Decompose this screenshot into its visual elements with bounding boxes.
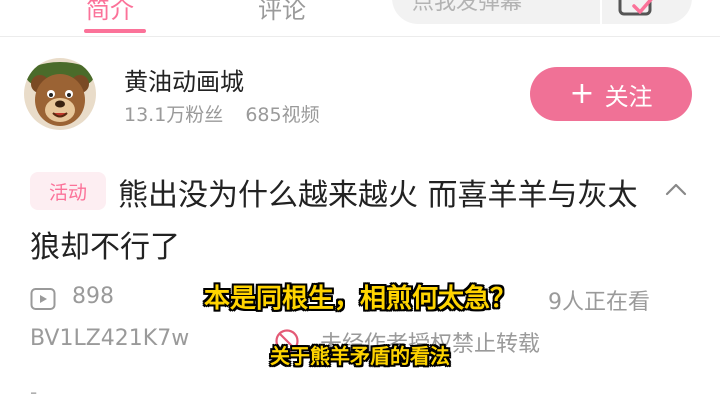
follow-button[interactable]: + 关注 bbox=[530, 67, 692, 121]
uploader-followers: 13.1万粉丝 bbox=[124, 104, 224, 126]
danmaku-input[interactable]: 点我发弹幕 bbox=[392, 0, 692, 24]
tab-bar: 简介 评论 点我发弹幕 bbox=[0, 0, 720, 37]
plus-icon: + bbox=[569, 76, 595, 111]
follow-label: 关注 bbox=[604, 82, 653, 111]
uploader-stats: 13.1万粉丝 685视频 bbox=[124, 100, 320, 127]
danmaku-divider bbox=[600, 0, 602, 24]
comment-edit-icon[interactable] bbox=[616, 0, 660, 24]
danmaku-placeholder: 点我发弹幕 bbox=[412, 0, 523, 15]
subtitle-caption-sub: 关于熊羊矛盾的看法 bbox=[270, 344, 450, 368]
tab-intro[interactable]: 简介 bbox=[86, 0, 134, 25]
avatar-bear-image bbox=[24, 58, 96, 130]
tab-active-indicator bbox=[84, 29, 146, 33]
uploader-name[interactable]: 黄油动画城 bbox=[124, 62, 244, 97]
video-detail-page: 简介 评论 点我发弹幕 黄油动画城 13.1万粉丝 685视频 + 关注 活动 … bbox=[0, 0, 720, 405]
video-title: 熊出没为什么越来越火 而喜羊羊与灰太狼却不行了 bbox=[30, 178, 638, 265]
subtitle-caption-main: 本是同根生，相煎何太急？ bbox=[203, 284, 516, 314]
divider-dash: - bbox=[30, 380, 38, 404]
tab-comments[interactable]: 评论 bbox=[258, 0, 306, 25]
chevron-up-icon[interactable] bbox=[664, 178, 688, 202]
avatar[interactable] bbox=[24, 58, 96, 130]
uploader-video-count: 685视频 bbox=[245, 104, 320, 126]
